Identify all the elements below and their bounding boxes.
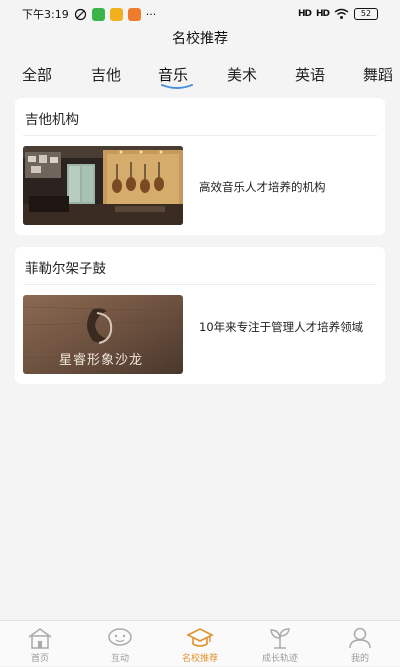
- tab-guitar[interactable]: 吉他: [91, 64, 121, 85]
- tab-all[interactable]: 全部: [22, 64, 52, 85]
- category-tabs: 全部 吉他 音乐 美术 英语 舞蹈: [0, 60, 400, 90]
- card-title: 吉他机构: [25, 112, 79, 128]
- profile-icon: [349, 627, 371, 649]
- card-description: 10年来专注于管理人才培养领域: [199, 320, 364, 334]
- tab-dance[interactable]: 舞蹈: [363, 64, 393, 85]
- nav-school-recommend[interactable]: 名校推荐: [160, 621, 240, 667]
- sprout-icon: [270, 628, 290, 649]
- nav-growth-label: 成长轨迹: [261, 654, 298, 664]
- tab-active-underline: [161, 84, 193, 89]
- home-icon: [28, 628, 52, 649]
- nav-profile[interactable]: 我的: [320, 621, 400, 667]
- status-bar: 下午3:19 ··· HD HD 52: [0, 0, 400, 28]
- chat-icon: [108, 628, 132, 646]
- graduation-cap-icon: [186, 628, 214, 647]
- tab-english[interactable]: 英语: [295, 64, 325, 85]
- signal-icon-2: HD: [315, 9, 330, 19]
- card-divider: [23, 284, 377, 285]
- app-notification-icon: [91, 7, 105, 21]
- school-card[interactable]: 菲勒尔架子鼓 星睿形象沙龙 10年来专注于管理人才培养领域: [15, 247, 385, 384]
- nav-home[interactable]: 首页: [0, 621, 80, 667]
- page-title: 名校推荐: [172, 31, 228, 47]
- battery-icon: 52: [354, 8, 378, 20]
- wifi-icon: [334, 8, 349, 19]
- guitar-studio-photo: [23, 146, 183, 225]
- nav-home-label: 首页: [30, 654, 49, 664]
- nav-school-recommend-label: 名校推荐: [181, 654, 218, 664]
- tab-music-label: 音乐: [158, 66, 189, 84]
- status-time: 下午3:19: [22, 8, 69, 21]
- signal-icon: HD: [297, 9, 312, 19]
- school-card[interactable]: 吉他机构 高效音乐人才培养的机构: [15, 98, 385, 235]
- more-notifications-icon: ···: [145, 7, 157, 21]
- nav-growth[interactable]: 成长轨迹: [240, 621, 320, 667]
- no-disturb-icon: [74, 8, 86, 20]
- app-notification-icon-3: [127, 7, 141, 21]
- tab-music[interactable]: 音乐: [158, 64, 193, 89]
- app-notification-icon-2: [109, 7, 123, 21]
- card-title: 菲勒尔架子鼓: [25, 261, 106, 277]
- salon-logo-text: 星睿形象沙龙: [59, 353, 144, 368]
- nav-profile-label: 我的: [350, 654, 369, 664]
- card-description: 高效音乐人才培养的机构: [199, 180, 326, 194]
- salon-logo-photo: 星睿形象沙龙: [23, 295, 183, 374]
- tab-art[interactable]: 美术: [227, 64, 257, 85]
- card-divider: [23, 135, 377, 136]
- bottom-navigation: 首页 互动 名校推荐 成长轨迹 我的: [0, 620, 400, 666]
- nav-interact[interactable]: 互动: [80, 621, 160, 667]
- nav-interact-label: 互动: [110, 654, 129, 664]
